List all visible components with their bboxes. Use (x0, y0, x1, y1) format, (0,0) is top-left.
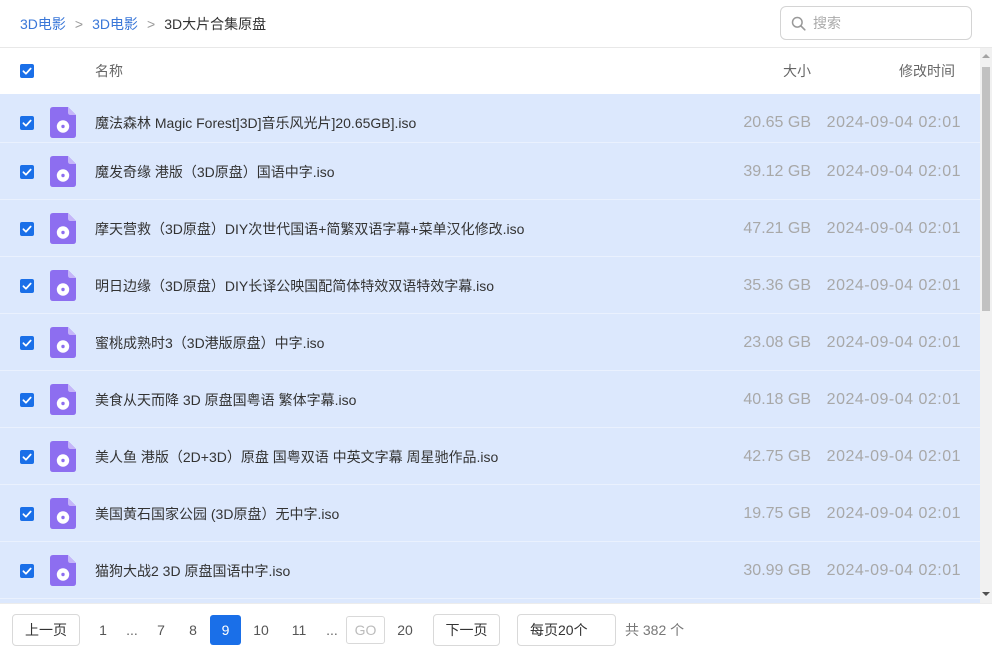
checkmark-icon (22, 339, 32, 347)
pagination: 上一页 1 ... 7 8 9 10 11 ... 20 下一页 每页20个 共… (0, 603, 992, 650)
file-name[interactable]: 魔法森林 Magic Forest]3D]音乐风光片]20.65GB].iso (95, 113, 416, 133)
scrollbar-up-arrow[interactable] (982, 54, 990, 58)
checkmark-icon (22, 396, 32, 404)
file-size: 39.12 GB (743, 163, 811, 180)
file-size: 40.18 GB (743, 391, 811, 408)
breadcrumb-link-parent[interactable]: 3D电影 (92, 14, 138, 34)
iso-file-icon (50, 498, 76, 529)
scrollbar-down-arrow[interactable] (982, 592, 990, 596)
select-all-checkbox[interactable] (20, 64, 34, 78)
file-size: 19.75 GB (743, 505, 811, 522)
file-name[interactable]: 美国黄石国家公园 (3D原盘）无中字.iso (95, 504, 339, 524)
table-header: 名称 大小 修改时间 (0, 48, 980, 94)
page-link-11[interactable]: 11 (284, 615, 314, 645)
row-checkbox[interactable] (20, 336, 34, 350)
page-ellipsis-left: ... (126, 622, 138, 638)
checkmark-icon (22, 453, 32, 461)
checkmark-icon (22, 67, 32, 75)
file-name[interactable]: 蜜桃成熟时3（3D港版原盘）中字.iso (95, 333, 324, 353)
checkmark-icon (22, 168, 32, 176)
row-checkbox[interactable] (20, 450, 34, 464)
file-modified-time: 2024-09-04 02:01 (826, 448, 961, 465)
breadcrumb-current: 3D大片合集原盘 (164, 15, 267, 32)
checkmark-icon (22, 510, 32, 518)
file-modified-time: 2024-09-04 02:01 (826, 505, 961, 522)
page-link-20[interactable]: 20 (390, 615, 420, 645)
file-name[interactable]: 魔发奇缘 港版（3D原盘）国语中字.iso (95, 162, 335, 182)
checkmark-icon (22, 119, 32, 127)
file-name[interactable]: 猫狗大战2 3D 原盘国语中字.iso (95, 561, 290, 581)
file-modified-time: 2024-09-04 02:01 (826, 163, 961, 180)
page-size-select[interactable]: 每页20个 (517, 614, 616, 646)
search-icon (791, 16, 806, 31)
file-size: 23.08 GB (743, 334, 811, 351)
file-row[interactable]: 猫狗大战2 3D 原盘国语中字.iso 30.99 GB 2024-09-04 … (0, 542, 980, 599)
iso-file-icon (50, 441, 76, 472)
iso-file-icon (50, 327, 76, 358)
column-header-modified[interactable]: 修改时间 (899, 48, 955, 94)
file-name[interactable]: 美食从天而降 3D 原盘国粤语 繁体字幕.iso (95, 390, 356, 410)
file-size: 20.65 GB (743, 114, 811, 131)
file-name[interactable]: 美人鱼 港版（2D+3D）原盘 国粤双语 中英文字幕 周星驰作品.iso (95, 447, 498, 467)
scrollbar-thumb[interactable] (982, 67, 990, 311)
iso-file-icon (50, 213, 76, 244)
file-modified-time: 2024-09-04 02:01 (826, 114, 961, 131)
file-row[interactable]: 魔发奇缘 港版（3D原盘）国语中字.iso 39.12 GB 2024-09-0… (0, 143, 980, 200)
row-checkbox[interactable] (20, 393, 34, 407)
page-link-9-current[interactable]: 9 (210, 615, 241, 645)
page-link-8[interactable]: 8 (178, 615, 208, 645)
search-input[interactable] (813, 7, 963, 39)
file-row[interactable]: 摩天营救（3D原盘）DIY次世代国语+简繁双语字幕+菜单汉化修改.iso 47.… (0, 200, 980, 257)
breadcrumb: 3D电影 > 3D电影 > 3D大片合集原盘 (20, 0, 266, 47)
checkmark-icon (22, 225, 32, 233)
page-link-7[interactable]: 7 (146, 615, 176, 645)
page-ellipsis-right: ... (326, 622, 338, 638)
iso-file-icon (50, 555, 76, 586)
file-size: 42.75 GB (743, 448, 811, 465)
top-bar: 3D电影 > 3D电影 > 3D大片合集原盘 (0, 0, 992, 48)
page-link-1[interactable]: 1 (88, 615, 118, 645)
checkmark-icon (22, 567, 32, 575)
scrollbar[interactable] (980, 48, 992, 603)
total-count: 共 382 个 (625, 622, 685, 638)
search-box[interactable] (780, 6, 972, 40)
iso-file-icon (50, 270, 76, 301)
file-row[interactable]: 明日边缘（3D原盘）DIY长译公映国配简体特效双语特效字幕.iso 35.36 … (0, 257, 980, 314)
file-modified-time: 2024-09-04 02:01 (826, 277, 961, 294)
row-checkbox[interactable] (20, 564, 34, 578)
file-modified-time: 2024-09-04 02:01 (826, 334, 961, 351)
row-checkbox[interactable] (20, 165, 34, 179)
iso-file-icon (50, 384, 76, 415)
file-row[interactable]: 美人鱼 港版（2D+3D）原盘 国粤双语 中英文字幕 周星驰作品.iso 42.… (0, 428, 980, 485)
breadcrumb-link-root[interactable]: 3D电影 (20, 14, 66, 34)
file-name[interactable]: 明日边缘（3D原盘）DIY长译公映国配简体特效双语特效字幕.iso (95, 276, 494, 296)
row-checkbox[interactable] (20, 279, 34, 293)
file-row[interactable]: 魔法森林 Magic Forest]3D]音乐风光片]20.65GB].iso … (0, 94, 980, 143)
row-checkbox[interactable] (20, 116, 34, 130)
prev-page-button[interactable]: 上一页 (12, 614, 80, 646)
file-modified-time: 2024-09-04 02:01 (826, 220, 961, 237)
file-name[interactable]: 摩天营救（3D原盘）DIY次世代国语+简繁双语字幕+菜单汉化修改.iso (95, 219, 524, 239)
file-size: 35.36 GB (743, 277, 811, 294)
breadcrumb-separator: > (147, 15, 156, 32)
checkmark-icon (22, 282, 32, 290)
breadcrumb-separator: > (74, 15, 84, 32)
iso-file-icon (50, 107, 76, 138)
file-modified-time: 2024-09-04 02:01 (826, 391, 961, 408)
iso-file-icon (50, 156, 76, 187)
row-checkbox[interactable] (20, 507, 34, 521)
page-link-10[interactable]: 10 (246, 615, 276, 645)
next-page-button[interactable]: 下一页 (433, 614, 500, 646)
file-size: 47.21 GB (743, 220, 811, 237)
file-modified-time: 2024-09-04 02:01 (826, 562, 961, 579)
file-row[interactable]: 美食从天而降 3D 原盘国粤语 繁体字幕.iso 40.18 GB 2024-0… (0, 371, 980, 428)
column-header-name[interactable]: 名称 (95, 48, 123, 94)
column-header-size[interactable]: 大小 (783, 48, 811, 94)
file-size: 30.99 GB (743, 562, 811, 579)
file-row[interactable]: 美国黄石国家公园 (3D原盘）无中字.iso 19.75 GB 2024-09-… (0, 485, 980, 542)
row-checkbox[interactable] (20, 222, 34, 236)
file-row[interactable]: 蜜桃成熟时3（3D港版原盘）中字.iso 23.08 GB 2024-09-04… (0, 314, 980, 371)
file-list: 魔法森林 Magic Forest]3D]音乐风光片]20.65GB].iso … (0, 94, 980, 603)
goto-page-input[interactable] (346, 616, 385, 644)
